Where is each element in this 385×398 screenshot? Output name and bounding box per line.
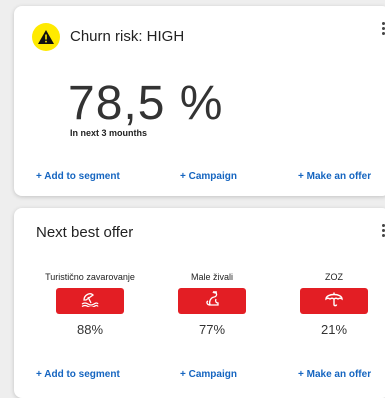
offer-item: Male živali 77% [152,272,272,337]
add-to-segment-button[interactable]: + Add to segment [36,369,120,380]
make-an-offer-button[interactable]: + Make an offer [298,369,371,380]
offer-item: ZOZ 21% [274,272,385,337]
offer-button[interactable] [56,288,124,314]
offer-item: Turistično zavarovanje 88% [30,272,150,337]
offer-percent: 77% [198,322,226,337]
campaign-button[interactable]: + Campaign [180,369,237,380]
next-best-offer-title: Next best offer [36,224,134,241]
offer-percent: 88% [76,322,104,337]
offer-button[interactable] [178,288,246,314]
add-to-segment-button[interactable]: + Add to segment [36,171,120,182]
warning-icon [32,23,60,51]
churn-actions: + Add to segment + Campaign + Make an of… [14,171,385,185]
churn-risk-title: Churn risk: HIGH [70,28,185,45]
pet-icon [204,289,220,312]
travel-insurance-icon [81,291,99,312]
offer-name: Turistično zavarovanje [45,272,135,282]
offer-name: ZOZ [325,272,343,282]
campaign-button[interactable]: + Campaign [180,171,237,182]
make-an-offer-button[interactable]: + Make an offer [298,171,371,182]
offer-actions: + Add to segment + Campaign + Make an of… [14,369,385,383]
offer-percent: 21% [320,322,348,337]
churn-risk-value: 78,5 % [68,77,224,130]
offer-name: Male živali [190,272,233,282]
offer-button[interactable] [300,288,368,314]
next-best-offer-card: Next best offer Turistično zavarovanje 8… [14,208,385,398]
churn-risk-period: In next 3 mounths [70,128,148,138]
churn-risk-card: Churn risk: HIGH 78,5 % In next 3 mounth… [14,6,385,196]
umbrella-icon [325,291,343,312]
